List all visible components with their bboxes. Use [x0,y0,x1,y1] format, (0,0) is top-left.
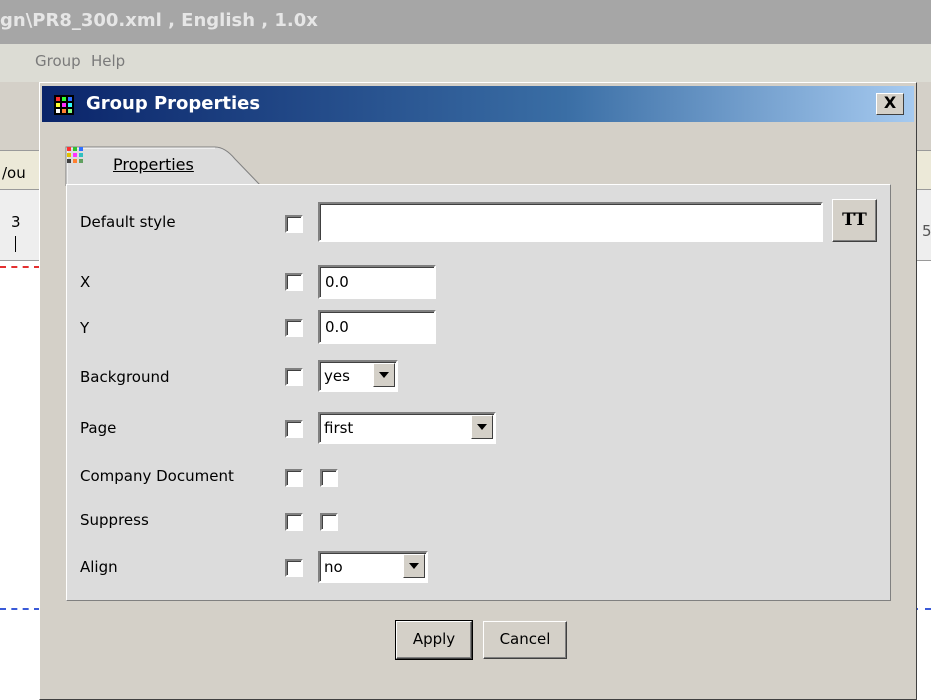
page-checkbox[interactable] [285,420,303,438]
x-field[interactable]: 0.0 [318,265,436,299]
suppress-checkbox[interactable] [285,513,303,531]
dialog-title: Group Properties [86,93,261,114]
menu-help[interactable]: Help [91,52,125,70]
page-label: Page [80,419,117,437]
background-tab-label[interactable]: /ou [2,164,26,182]
x-checkbox[interactable] [285,273,303,291]
chevron-down-icon[interactable] [403,554,425,578]
menu-group[interactable]: Group [35,52,81,70]
page-margin-line-bottom [0,608,40,610]
y-label: Y [80,319,90,337]
align-label: Align [80,558,118,576]
properties-panel: Default style TT X 0.0 Y 0.0 Background … [66,184,891,601]
page-select[interactable]: first [318,412,496,444]
page-margin-line-top [0,266,40,268]
company-document-label: Company Document [80,467,234,485]
cancel-button[interactable]: Cancel [483,621,567,659]
default-style-checkbox[interactable] [285,215,303,233]
close-button[interactable]: X [876,93,904,115]
x-label: X [80,273,91,291]
background-window-title: gn\PR8_300.xml , English , 1.0x [0,10,318,31]
y-field[interactable]: 0.0 [318,310,436,344]
align-select-value: no [324,558,343,576]
chevron-down-icon[interactable] [471,415,493,439]
y-checkbox[interactable] [285,319,303,337]
ruler-number: 3 [11,213,21,231]
company-document-checkbox[interactable] [285,469,303,487]
align-checkbox[interactable] [285,559,303,577]
suppress-value-checkbox[interactable] [320,513,338,531]
grid-dots-icon [54,95,74,115]
background-select[interactable]: yes [318,360,398,392]
background-select-value: yes [324,367,350,385]
dialog-titlebar[interactable]: Group Properties X [42,86,914,122]
apply-button[interactable]: Apply [395,620,473,660]
default-style-label: Default style [80,213,176,231]
tab-properties[interactable]: Properties [65,145,265,186]
background-checkbox[interactable] [285,368,303,386]
background-label: Background [80,368,170,386]
tab-properties-label: Properties [113,155,194,174]
ruler-tick [15,236,16,252]
chevron-down-icon[interactable] [373,363,395,387]
ruler-number-right: 5 [922,222,931,240]
company-document-value-checkbox[interactable] [320,469,338,487]
page-select-value: first [324,419,354,437]
background-menubar [0,44,931,82]
suppress-label: Suppress [80,511,149,529]
default-style-field[interactable] [318,202,823,242]
group-properties-dialog: Group Properties X Properties Default st… [39,82,917,700]
text-style-button[interactable]: TT [832,199,877,242]
align-select[interactable]: no [318,551,428,583]
grid-dots-icon [67,147,83,163]
